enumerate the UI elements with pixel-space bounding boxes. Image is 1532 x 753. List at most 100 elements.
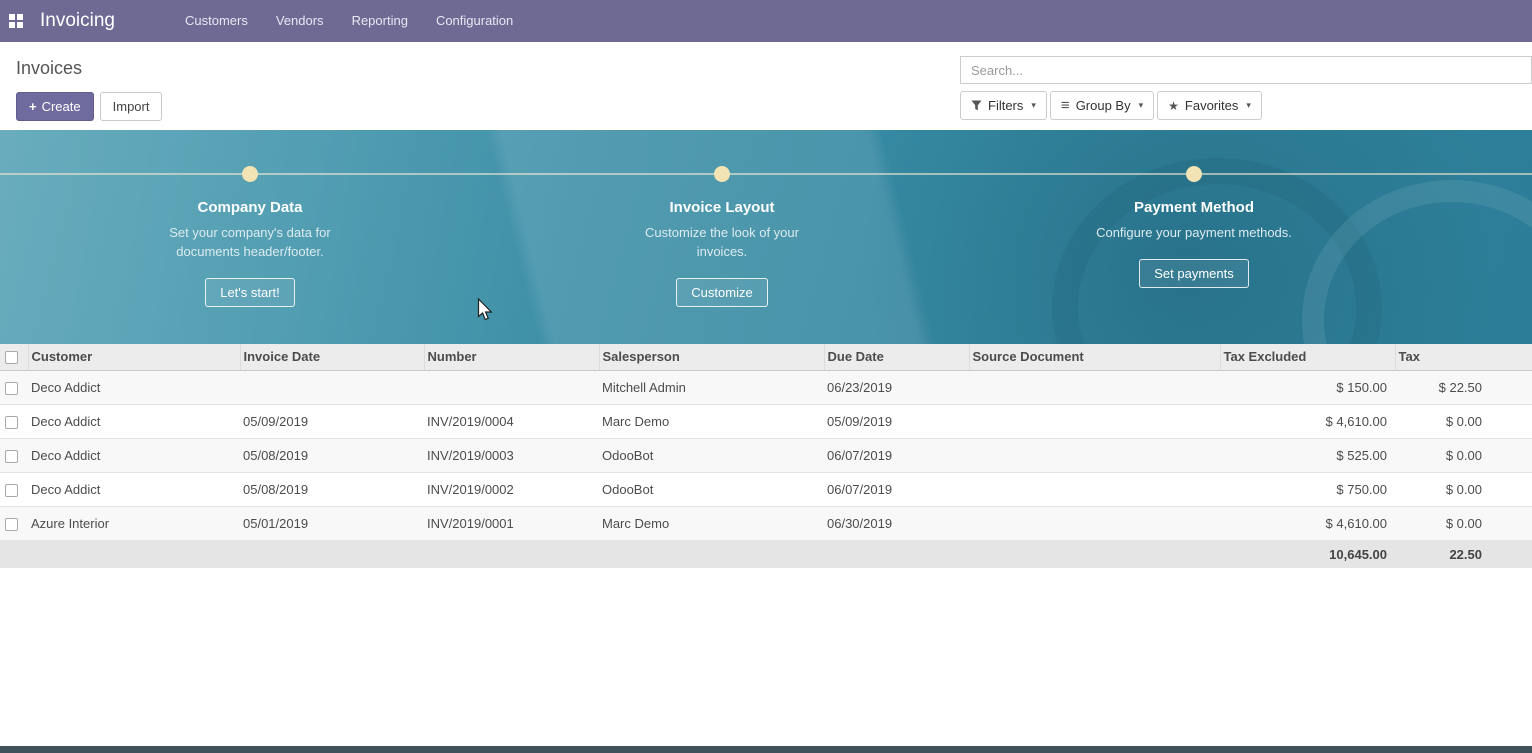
filter-icon <box>971 100 982 111</box>
invoice-row[interactable]: Azure Interior 05/01/2019 INV/2019/0001 … <box>0 506 1532 540</box>
cell-number: INV/2019/0001 <box>424 506 599 540</box>
chevron-down-icon[interactable]: ▾ <box>1139 100 1144 111</box>
bottom-strip <box>0 746 1532 753</box>
cell-source-document <box>969 404 1220 438</box>
step-title: Invoice Layout <box>486 199 958 216</box>
cell-customer: Deco Addict <box>28 370 240 404</box>
cell-source-document <box>969 370 1220 404</box>
step-title: Payment Method <box>958 199 1430 216</box>
step-description: Configure your payment methods. <box>1094 224 1294 243</box>
onboarding-step-company-data: Company Data Set your company's data for… <box>14 166 486 307</box>
invoice-row[interactable]: Deco Addict 05/08/2019 INV/2019/0003 Odo… <box>0 438 1532 472</box>
menu-vendors[interactable]: Vendors <box>262 0 338 42</box>
chevron-down-icon[interactable]: ▾ <box>1246 100 1251 111</box>
step-dot <box>714 166 730 182</box>
row-check-cell <box>0 404 28 438</box>
cell-tax-excluded: $ 4,610.00 <box>1220 506 1395 540</box>
cell-due-date: 06/07/2019 <box>824 438 969 472</box>
cell-invoice-date: 05/08/2019 <box>240 472 424 506</box>
column-header-tax[interactable]: Tax <box>1395 344 1532 370</box>
cell-due-date: 06/30/2019 <box>824 506 969 540</box>
import-button[interactable]: Import <box>100 92 163 121</box>
row-check-cell <box>0 506 28 540</box>
column-header-customer[interactable]: Customer <box>28 344 240 370</box>
column-header-invoice-date[interactable]: Invoice Date <box>240 344 424 370</box>
cell-invoice-date: 05/01/2019 <box>240 506 424 540</box>
create-button[interactable]: + Create <box>16 92 94 121</box>
totals-row: 10,645.00 22.50 <box>0 540 1532 568</box>
column-header-salesperson[interactable]: Salesperson <box>599 344 824 370</box>
group-by-label: Group By <box>1076 98 1131 113</box>
menu-reporting[interactable]: Reporting <box>338 0 422 42</box>
mouse-cursor <box>477 298 494 323</box>
row-checkbox[interactable] <box>5 450 18 463</box>
cell-salesperson: OdooBot <box>599 438 824 472</box>
invoices-table: Customer Invoice Date Number Salesperson… <box>0 344 1532 568</box>
filters-label: Filters <box>988 98 1023 113</box>
step-dot <box>1186 166 1202 182</box>
cell-customer: Deco Addict <box>28 438 240 472</box>
cell-source-document <box>969 472 1220 506</box>
cell-invoice-date: 05/09/2019 <box>240 404 424 438</box>
cell-tax: $ 0.00 <box>1395 506 1532 540</box>
group-by-button[interactable]: ≡ Group By ▾ <box>1050 91 1154 120</box>
customize-button[interactable]: Customize <box>676 278 767 307</box>
column-header-source-document[interactable]: Source Document <box>969 344 1220 370</box>
totals-spacer <box>0 540 1220 568</box>
cell-tax-excluded: $ 4,610.00 <box>1220 404 1395 438</box>
invoice-row[interactable]: Deco Addict 05/09/2019 INV/2019/0004 Mar… <box>0 404 1532 438</box>
cell-salesperson: OdooBot <box>599 472 824 506</box>
cell-customer: Deco Addict <box>28 404 240 438</box>
cell-salesperson: Mitchell Admin <box>599 370 824 404</box>
control-panel: Invoices + Create Import Filters ▾ ≡ Grou… <box>0 42 1532 130</box>
chevron-down-icon[interactable]: ▾ <box>1031 100 1036 111</box>
select-all-checkbox[interactable] <box>5 351 18 364</box>
table-header-row: Customer Invoice Date Number Salesperson… <box>0 344 1532 370</box>
row-checkbox[interactable] <box>5 484 18 497</box>
create-button-label: Create <box>42 99 81 114</box>
plus-icon: + <box>29 99 37 114</box>
onboarding-step-payment-method: Payment Method Configure your payment me… <box>958 166 1430 307</box>
lets-start-button[interactable]: Let's start! <box>205 278 295 307</box>
cell-number: INV/2019/0003 <box>424 438 599 472</box>
column-header-number[interactable]: Number <box>424 344 599 370</box>
search-input[interactable] <box>960 56 1532 84</box>
cell-tax: $ 0.00 <box>1395 472 1532 506</box>
cell-tax: $ 22.50 <box>1395 370 1532 404</box>
column-header-due-date[interactable]: Due Date <box>824 344 969 370</box>
cell-due-date: 06/07/2019 <box>824 472 969 506</box>
total-tax-excluded: 10,645.00 <box>1220 540 1395 568</box>
onboarding-banner: Company Data Set your company's data for… <box>0 130 1532 344</box>
filters-button[interactable]: Filters ▾ <box>960 91 1047 120</box>
step-description: Set your company's data for documents he… <box>150 224 350 262</box>
cell-customer: Azure Interior <box>28 506 240 540</box>
row-checkbox[interactable] <box>5 382 18 395</box>
breadcrumb: Invoices <box>16 58 162 79</box>
row-checkbox[interactable] <box>5 518 18 531</box>
star-icon: ★ <box>1168 99 1179 113</box>
menu-configuration[interactable]: Configuration <box>422 0 527 42</box>
row-check-cell <box>0 370 28 404</box>
cell-number: INV/2019/0002 <box>424 472 599 506</box>
cell-number: INV/2019/0004 <box>424 404 599 438</box>
cell-salesperson: Marc Demo <box>599 506 824 540</box>
cell-tax: $ 0.00 <box>1395 404 1532 438</box>
invoice-row[interactable]: Deco Addict Mitchell Admin 06/23/2019 $ … <box>0 370 1532 404</box>
set-payments-button[interactable]: Set payments <box>1139 259 1249 288</box>
favorites-button[interactable]: ★ Favorites ▾ <box>1157 91 1262 120</box>
search-view-buttons: Filters ▾ ≡ Group By ▾ ★ Favorites ▾ <box>960 91 1532 120</box>
column-header-tax-excluded[interactable]: Tax Excluded <box>1220 344 1395 370</box>
app-title[interactable]: Invoicing <box>40 10 115 32</box>
menu-customers[interactable]: Customers <box>171 0 262 42</box>
cell-tax: $ 0.00 <box>1395 438 1532 472</box>
invoice-row[interactable]: Deco Addict 05/08/2019 INV/2019/0002 Odo… <box>0 472 1532 506</box>
cell-due-date: 05/09/2019 <box>824 404 969 438</box>
row-check-cell <box>0 472 28 506</box>
apps-grid-icon[interactable] <box>9 14 23 28</box>
cell-due-date: 06/23/2019 <box>824 370 969 404</box>
onboarding-step-invoice-layout: Invoice Layout Customize the look of you… <box>486 166 958 307</box>
cell-tax-excluded: $ 525.00 <box>1220 438 1395 472</box>
cell-salesperson: Marc Demo <box>599 404 824 438</box>
favorites-label: Favorites <box>1185 98 1238 113</box>
row-checkbox[interactable] <box>5 416 18 429</box>
